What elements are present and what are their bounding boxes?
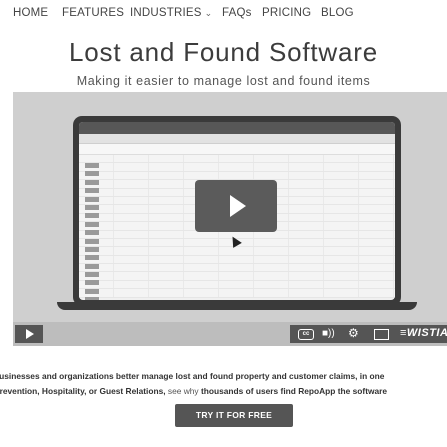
wistia-logo[interactable]: ≡WISTIA	[400, 327, 447, 339]
top-navigation: ) HOME FEATURES INDUSTRIES⌄ FAQs PRICING…	[0, 0, 447, 30]
table-row	[79, 171, 395, 185]
control-play-button[interactable]	[15, 325, 43, 343]
table-row	[79, 289, 395, 300]
description-line-2-c: thousands of users find RepoApp the soft…	[198, 386, 388, 396]
video-player[interactable]: cc ■)) ⚙ ≡WISTIA	[13, 92, 447, 346]
nav-industries-label: INDUSTRIES	[130, 7, 202, 19]
nav-faqs[interactable]: FAQs	[222, 7, 252, 19]
video-controls: cc ■)) ⚙ ≡WISTIA	[13, 322, 447, 346]
laptop-base	[57, 302, 417, 310]
nav-industries[interactable]: INDUSTRIES ⌄	[130, 7, 212, 19]
try-free-button[interactable]: TRY IT FOR FREE	[175, 404, 293, 427]
table-row	[79, 247, 395, 261]
table-row	[79, 264, 395, 278]
app-topbar	[79, 122, 395, 134]
chevron-down-icon: ⌄	[204, 8, 213, 18]
nav-features[interactable]: FEATURES	[62, 7, 124, 19]
table-row	[79, 272, 395, 286]
app-filter-bar	[79, 144, 395, 155]
description-line-2: Prevention, Hospitality, or Guest Relati…	[0, 386, 447, 396]
nav-pricing[interactable]: PRICING	[262, 7, 311, 19]
page-subtitle: Making it easier to manage lost and foun…	[76, 74, 371, 88]
table-row	[79, 280, 395, 294]
nav-blog[interactable]: BLOG	[321, 7, 354, 19]
wistia-brand-text: WISTIA	[406, 327, 447, 339]
description-line-2-a: Prevention, Hospitality, or Guest Relati…	[0, 386, 168, 396]
description-line-1: businesses and organizations better mana…	[0, 371, 385, 381]
volume-icon[interactable]: ■))	[322, 328, 335, 339]
table-row	[79, 155, 395, 168]
control-group-right: cc ■)) ⚙ ≡WISTIA	[290, 325, 447, 343]
app-toolbar	[79, 134, 395, 144]
play-video-button[interactable]	[195, 180, 277, 232]
gear-icon[interactable]: ⚙	[348, 326, 359, 340]
nav-home[interactable]: HOME	[13, 7, 48, 19]
page-title: Lost and Found Software	[69, 37, 378, 67]
see-why-link[interactable]: see why	[168, 386, 199, 396]
fullscreen-icon[interactable]	[374, 329, 389, 340]
table-row	[79, 163, 395, 177]
table-row	[79, 255, 395, 269]
closed-captions-icon[interactable]: cc	[298, 329, 314, 340]
